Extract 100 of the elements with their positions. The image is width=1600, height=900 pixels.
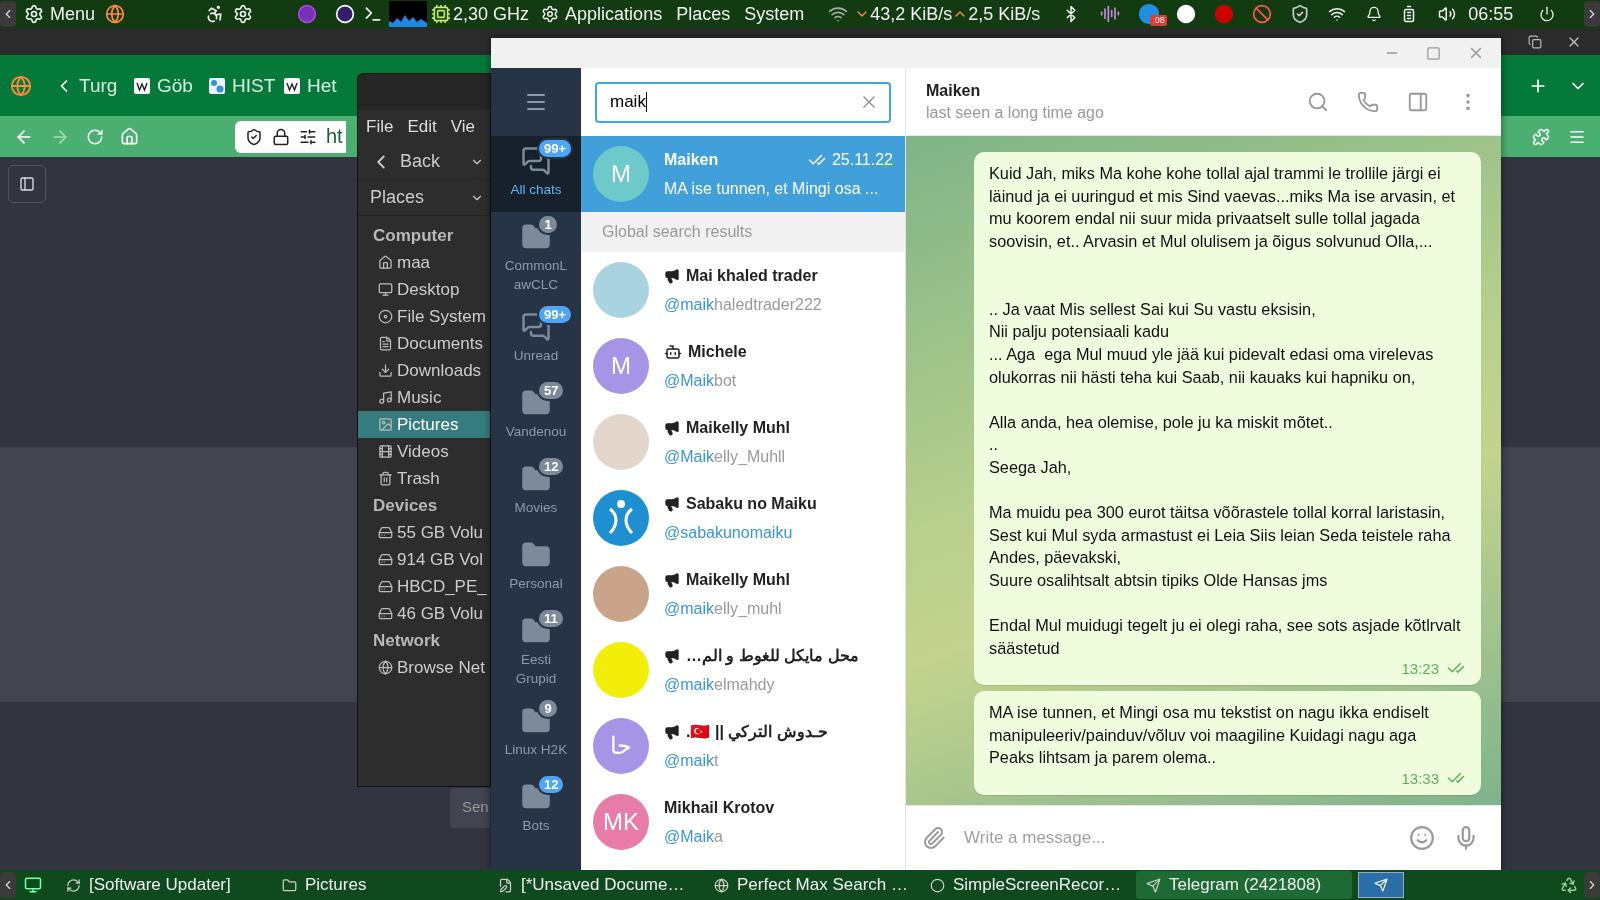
folder-tab[interactable]: 99+ All chats xyxy=(491,136,581,212)
chat-date: 25.11.22 xyxy=(831,150,893,169)
menu-item[interactable]: Edit xyxy=(407,117,437,137)
gear-icon[interactable] xyxy=(541,5,560,23)
reload-icon[interactable] xyxy=(86,127,104,146)
sidebar-item[interactable]: maa xyxy=(358,249,490,276)
panel-menu[interactable]: Applications xyxy=(565,3,663,25)
section-heading: Network xyxy=(372,629,442,652)
emoji-icon[interactable] xyxy=(1409,825,1435,851)
browser-tab[interactable]: HIST xyxy=(208,74,283,97)
sidebar-item[interactable]: Trash xyxy=(358,465,490,492)
sidebar-item[interactable]: File System xyxy=(358,303,490,330)
sidebar-item[interactable]: HBCD_PE_ xyxy=(358,573,490,600)
signal-icon[interactable] xyxy=(828,4,849,24)
sidebar-item[interactable]: Videos xyxy=(358,438,490,465)
sidebar-item[interactable]: 46 GB Volu xyxy=(358,600,490,627)
sidebar-icon[interactable] xyxy=(1407,90,1429,113)
username: @Maika xyxy=(664,827,724,846)
chip-icon xyxy=(431,4,452,24)
menu-item[interactable]: File xyxy=(366,117,394,137)
chat-name: حـدوش التركي || 🇹🇷. xyxy=(686,722,828,741)
menu-button[interactable]: Menu xyxy=(50,3,96,25)
browser-tab[interactable]: Turg xyxy=(79,74,133,97)
folder-tab[interactable]: 9 Linux H2K xyxy=(491,696,581,772)
puzzle-icon[interactable] xyxy=(1532,127,1550,146)
folder-tab[interactable]: Personal xyxy=(491,530,581,606)
taskbar-item[interactable]: Perfect Max Search … xyxy=(704,871,920,899)
send-icon xyxy=(1146,877,1161,893)
folder-tab[interactable]: 57 Vandenou xyxy=(491,378,581,454)
sidebar-item[interactable]: Desktop xyxy=(358,276,490,303)
phone-icon[interactable] xyxy=(1357,90,1379,113)
clock[interactable]: 06:55 xyxy=(1468,3,1514,25)
menu-item[interactable]: Vie xyxy=(450,117,475,137)
taskbar-item[interactable]: Pictures xyxy=(272,871,488,899)
shield-icon[interactable] xyxy=(1290,4,1311,24)
sidebar-item[interactable]: Downloads xyxy=(358,357,490,384)
bell-icon[interactable] xyxy=(1366,6,1383,22)
sidebar-item[interactable]: 55 GB Volu xyxy=(358,519,490,546)
chat-name: محل مايكل للغوط و الم… xyxy=(686,646,859,665)
megaphone-icon xyxy=(664,267,680,284)
gear-icon[interactable] xyxy=(24,4,44,24)
folder-tab[interactable]: 11 Eesti Grupid xyxy=(491,606,581,696)
megaphone-icon xyxy=(664,723,680,740)
scroll-left-button[interactable] xyxy=(0,872,16,898)
username: @maikelly_muhl xyxy=(664,599,783,618)
globe-icon xyxy=(714,877,729,893)
unread-badge: 57 xyxy=(537,380,566,401)
chat-name: Maikelly Muhl xyxy=(686,570,791,589)
power-icon[interactable] xyxy=(1539,6,1556,22)
browser-tab[interactable]: Het xyxy=(283,74,358,97)
section-heading: Devices xyxy=(372,494,439,517)
back-button[interactable]: Back xyxy=(358,144,490,180)
panel-menu[interactable]: System xyxy=(744,3,805,25)
scroll-left-button[interactable] xyxy=(0,1,16,27)
chat-name: Maikelly Muhl xyxy=(686,418,791,437)
username: @maikhaledtrader222 xyxy=(664,295,823,314)
folder-tab[interactable]: 1 CommonLawCLC xyxy=(491,212,581,302)
browser-icon[interactable] xyxy=(105,4,126,24)
sidebar-item[interactable]: 914 GB Vol xyxy=(358,546,490,573)
taskbar-item[interactable]: [Software Updater] xyxy=(56,871,272,899)
audio-icon[interactable] xyxy=(1100,4,1121,24)
recycle-icon[interactable] xyxy=(1560,876,1578,894)
taskbar-item[interactable]: Telegram (2421808) xyxy=(1136,871,1352,899)
folder-label: Personal xyxy=(508,575,564,593)
sidebar-item[interactable]: Music xyxy=(358,384,490,411)
taskbar-item[interactable]: [*Unsaved Docume… xyxy=(488,871,704,899)
scroll-right-button[interactable] xyxy=(1584,1,1600,27)
username: @maikt xyxy=(664,752,720,770)
disc-icon xyxy=(378,309,393,324)
folder-tab[interactable]: 99+ Unread xyxy=(491,302,581,378)
gear-icon[interactable] xyxy=(233,4,254,24)
page-icon xyxy=(283,76,301,95)
restore-icon[interactable] xyxy=(1528,34,1542,49)
workspace-switcher[interactable] xyxy=(1358,872,1404,898)
sidebar-item[interactable]: Documents xyxy=(358,330,490,357)
wifi-icon[interactable] xyxy=(1328,5,1347,23)
search-field[interactable]: maik xyxy=(595,81,891,123)
home-icon[interactable] xyxy=(120,127,139,146)
message-text: MA ise tunnen, et Mingi osa mu tekstist on nagu ikka endiselt manipuleeriv/painduv/võluv voi maagiline Kuidagi nagu aga Peaks lihtsam ja parem olema.. xyxy=(989,702,1430,769)
network-graph xyxy=(389,1,428,27)
sidebar-toggle[interactable] xyxy=(8,165,46,203)
browser-tab[interactable]: Göb xyxy=(133,74,208,97)
sidebar-item[interactable]: Browse Net xyxy=(358,654,490,681)
panel-menu[interactable]: Places xyxy=(676,3,731,25)
volume-icon[interactable] xyxy=(1438,5,1457,23)
folder-tab[interactable]: 12 Movies xyxy=(491,454,581,530)
desktop-icon[interactable] xyxy=(24,876,42,894)
block-icon[interactable] xyxy=(1252,4,1273,24)
taskbar-item[interactable]: SimpleScreenRecor… xyxy=(920,871,1136,899)
folder-label: All chats xyxy=(509,181,563,199)
url-field[interactable]: ht xyxy=(235,120,346,153)
unread-badge: 1 xyxy=(537,214,559,235)
scroll-right-button[interactable] xyxy=(1584,872,1600,898)
megaphone-icon xyxy=(664,647,680,664)
search-icon[interactable] xyxy=(1307,90,1329,113)
refresh-icon xyxy=(66,877,81,893)
sidebar-item[interactable]: Pictures xyxy=(358,411,490,438)
folder-tab[interactable]: 12 Bots xyxy=(491,772,581,848)
location-dropdown[interactable]: Places xyxy=(358,180,490,216)
attach-icon[interactable] xyxy=(922,826,946,850)
